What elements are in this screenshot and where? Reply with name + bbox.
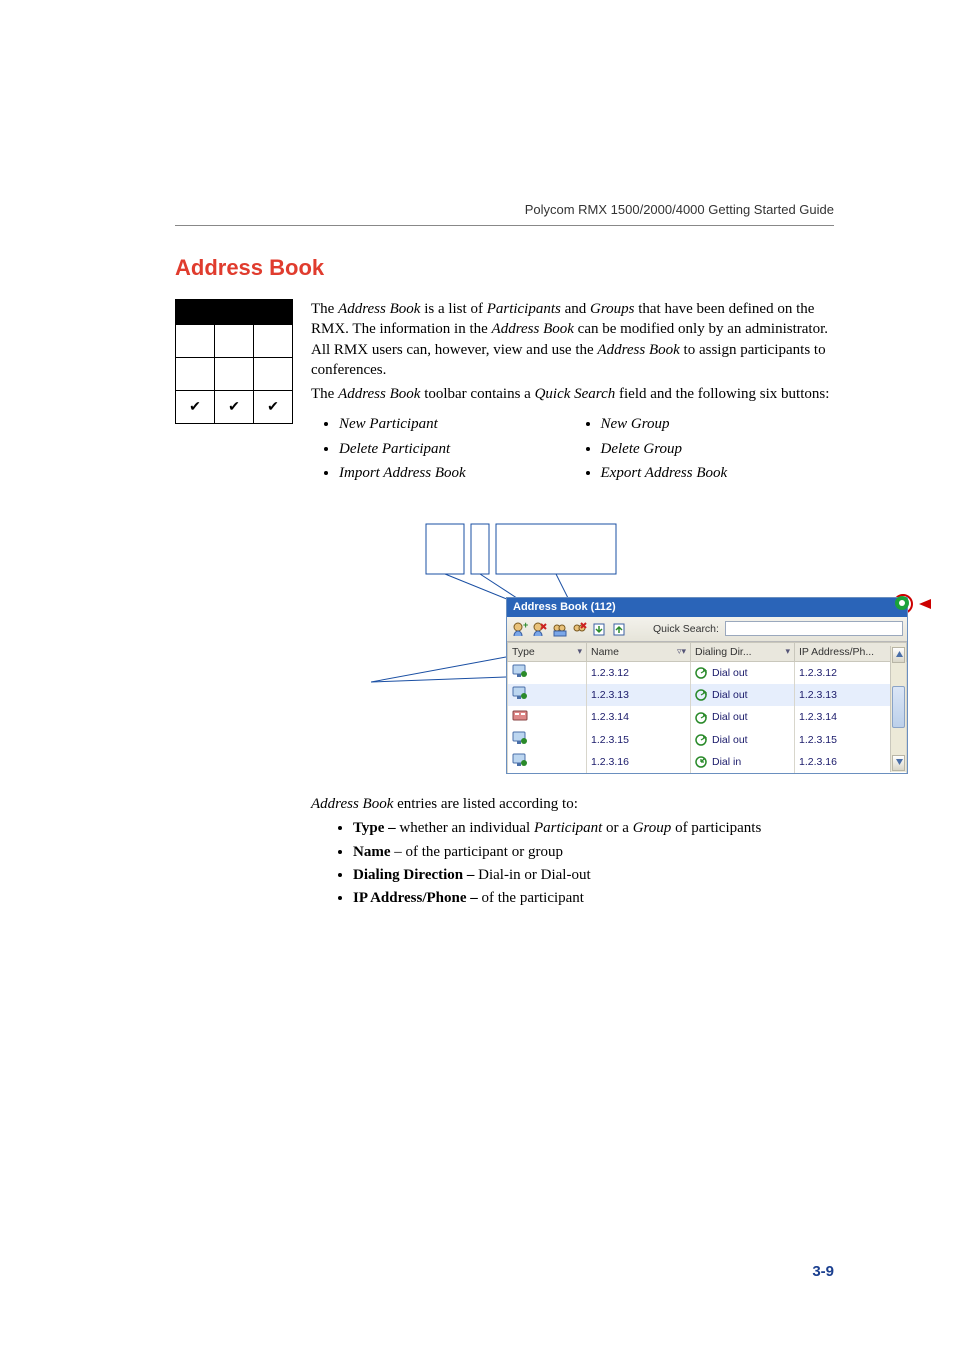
panel-title: Address Book (112) [507, 598, 907, 617]
permissions-matrix: ✔ ✔ ✔ [175, 299, 293, 424]
entry-name: Name – of the participant or group [353, 842, 834, 862]
table-row[interactable]: 1.2.3.15Dial out1.2.3.15 [508, 729, 907, 751]
col-type[interactable]: Type▾ [508, 642, 587, 661]
paragraph-2: The Address Book toolbar contains a Quic… [311, 384, 834, 404]
scroll-up-icon[interactable] [892, 647, 905, 663]
toolbar-item: Export Address Book [601, 463, 835, 483]
new-group-icon[interactable] [551, 620, 569, 638]
participant-type-icon [512, 708, 528, 722]
toolbar-item: Delete Group [601, 439, 835, 459]
filter-icon[interactable]: ▿▾ [677, 645, 686, 657]
pin-icon[interactable] [894, 595, 910, 611]
table-row[interactable]: 1.2.3.12Dial out1.2.3.12 [508, 662, 907, 685]
export-icon[interactable] [611, 620, 629, 638]
check-icon: ✔ [176, 391, 215, 424]
new-participant-icon[interactable]: + [511, 620, 529, 638]
address-book-panel: Address Book (112) + [506, 597, 908, 774]
address-book-table: Type▾ Name▿▾ Dialing Dir...▾ IP Address/… [507, 642, 907, 773]
cell-dialing-dir: Dial out [691, 706, 795, 728]
filter-icon[interactable]: ▾ [577, 645, 582, 657]
vertical-scrollbar[interactable] [890, 646, 906, 772]
cell-name: 1.2.3.13 [587, 684, 691, 706]
participant-type-icon [512, 731, 528, 745]
toolbar-item: New Group [601, 414, 835, 434]
entries-list: Type – whether an individual Participant… [311, 818, 834, 908]
section-title: Address Book [175, 255, 834, 281]
toolbar-button-list: New Participant Delete Participant Impor… [311, 410, 834, 487]
paragraph-1: The Address Book is a list of Participan… [311, 299, 834, 380]
col-dialing-dir[interactable]: Dialing Dir...▾ [691, 642, 795, 661]
quick-search-input[interactable] [725, 621, 903, 636]
check-icon: ✔ [254, 391, 293, 424]
table-row[interactable]: 1.2.3.16Dial in1.2.3.16 [508, 751, 907, 773]
entries-intro: Address Book entries are listed accordin… [311, 794, 834, 814]
header-rule [175, 225, 834, 226]
check-icon: ✔ [215, 391, 254, 424]
scroll-down-icon[interactable] [892, 755, 905, 771]
panel-toolbar: + [507, 617, 907, 642]
cell-name: 1.2.3.15 [587, 729, 691, 751]
quick-search-label: Quick Search: [653, 622, 719, 636]
delete-group-icon[interactable] [571, 620, 589, 638]
cell-name: 1.2.3.16 [587, 751, 691, 773]
entry-type: Type – whether an individual Participant… [353, 818, 834, 838]
import-icon[interactable] [591, 620, 609, 638]
svg-text:+: + [523, 621, 528, 630]
participant-type-icon [512, 664, 528, 678]
cell-dialing-dir: Dial out [691, 729, 795, 751]
scroll-thumb[interactable] [892, 686, 905, 728]
cell-dialing-dir: Dial in [691, 751, 795, 773]
table-row[interactable]: 1.2.3.14Dial out1.2.3.14 [508, 706, 907, 728]
entry-ip-address: IP Address/Phone – of the participant [353, 888, 834, 908]
cell-dialing-dir: Dial out [691, 684, 795, 706]
participant-type-icon [512, 686, 528, 700]
participant-type-icon [512, 753, 528, 767]
entry-dialing-direction: Dialing Direction – Dial-in or Dial-out [353, 865, 834, 885]
cell-name: 1.2.3.12 [587, 662, 691, 685]
running-header: Polycom RMX 1500/2000/4000 Getting Start… [525, 202, 834, 217]
col-name[interactable]: Name▿▾ [587, 642, 691, 661]
toolbar-item: New Participant [339, 414, 573, 434]
cell-name: 1.2.3.14 [587, 706, 691, 728]
toolbar-item: Import Address Book [339, 463, 573, 483]
filter-icon[interactable]: ▾ [785, 645, 790, 657]
cell-dialing-dir: Dial out [691, 662, 795, 685]
page-number: 3-9 [812, 1263, 834, 1280]
table-row[interactable]: 1.2.3.13Dial out1.2.3.13 [508, 684, 907, 706]
delete-participant-icon[interactable] [531, 620, 549, 638]
toolbar-item: Delete Participant [339, 439, 573, 459]
